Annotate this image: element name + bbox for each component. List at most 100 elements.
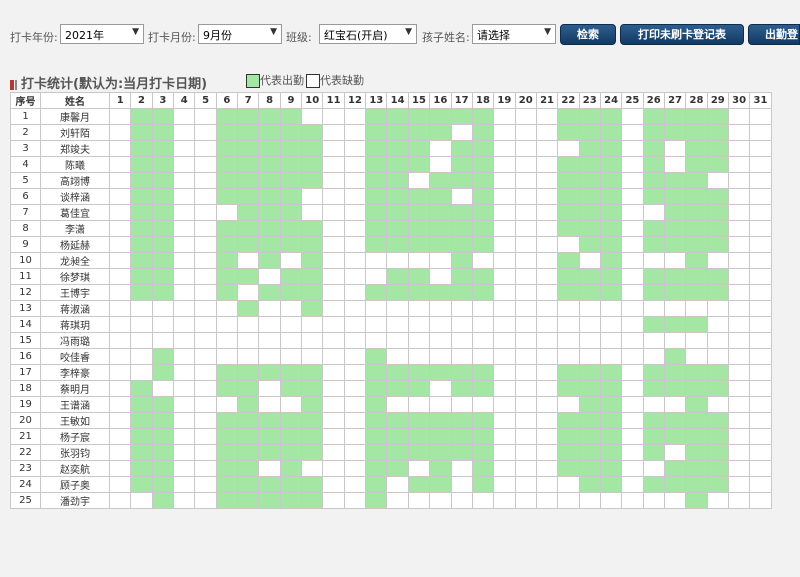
day-cell-absent <box>194 140 217 157</box>
day-cell-absent <box>173 204 196 221</box>
child-select[interactable]: 请选择 ▼ <box>472 24 556 44</box>
year-select[interactable]: 2021年 ▼ <box>60 24 144 44</box>
day-cell-absent <box>621 380 644 397</box>
day-cell-absent <box>322 108 345 125</box>
day-cell-absent <box>749 476 772 493</box>
day-cell-present <box>663 316 687 333</box>
day-cell-present <box>557 268 580 285</box>
month-value: 9月份 <box>203 29 232 42</box>
day-cell-absent <box>493 476 516 493</box>
day-cell-absent <box>322 172 345 189</box>
header-day: 14 <box>386 92 409 109</box>
attendance-button[interactable]: 出勤登 <box>748 24 800 45</box>
day-cell-present <box>642 380 665 397</box>
day-cell-absent <box>407 172 431 189</box>
day-cell-absent <box>386 396 409 413</box>
day-cell-absent <box>685 348 708 365</box>
day-cell-absent <box>642 252 665 269</box>
day-cell-absent <box>727 460 751 477</box>
row-index: 18 <box>10 380 41 397</box>
day-cell-absent <box>215 348 239 365</box>
day-cell-absent <box>642 204 665 221</box>
row-index: 8 <box>10 220 41 237</box>
day-cell-present <box>386 460 409 477</box>
day-cell-absent <box>108 380 132 397</box>
header-day: 12 <box>343 92 367 109</box>
day-cell-present <box>663 460 687 477</box>
day-cell-absent <box>642 348 665 365</box>
day-cell-absent <box>621 428 644 445</box>
print-unswiped-button[interactable]: 打印未刷卡登记表 <box>620 24 744 45</box>
day-cell-present <box>642 284 665 301</box>
day-cell-absent <box>621 476 644 493</box>
day-cell-present <box>557 412 580 429</box>
search-button[interactable]: 检索 <box>560 24 616 45</box>
day-cell-present <box>599 108 623 125</box>
day-cell-present <box>429 444 452 461</box>
day-cell-present <box>642 108 665 125</box>
day-cell-present <box>663 220 687 237</box>
day-cell-absent <box>749 156 772 173</box>
day-cell-present <box>301 156 324 173</box>
day-cell-present <box>685 220 708 237</box>
day-cell-absent <box>621 252 644 269</box>
day-cell-absent <box>514 204 537 221</box>
day-cell-absent <box>194 220 217 237</box>
day-cell-present <box>471 108 495 125</box>
day-cell-absent <box>493 252 516 269</box>
child-name: 赵奕航 <box>40 460 110 477</box>
day-cell-absent <box>535 124 559 141</box>
header-day: 29 <box>706 92 729 109</box>
day-cell-present <box>386 220 409 237</box>
child-name: 冯雨璐 <box>40 332 110 349</box>
child-label: 孩子姓名: <box>422 31 470 44</box>
day-cell-absent <box>343 236 367 253</box>
day-cell-absent <box>642 492 665 509</box>
day-cell-absent <box>343 412 367 429</box>
day-cell-present <box>365 236 388 253</box>
day-cell-absent <box>365 268 388 285</box>
day-cell-present <box>663 236 687 253</box>
day-cell-present <box>429 476 452 493</box>
day-cell-absent <box>450 124 473 141</box>
day-cell-absent <box>514 476 537 493</box>
day-cell-present <box>599 188 623 205</box>
day-cell-absent <box>343 316 367 333</box>
day-cell-present <box>215 492 239 509</box>
day-cell-absent <box>194 492 217 509</box>
day-cell-present <box>151 236 175 253</box>
day-cell-absent <box>450 492 473 509</box>
day-cell-absent <box>749 380 772 397</box>
day-cell-present <box>471 188 495 205</box>
day-cell-present <box>642 428 665 445</box>
day-cell-present <box>365 444 388 461</box>
day-cell-present <box>578 396 601 413</box>
day-cell-present <box>407 380 431 397</box>
day-cell-present <box>301 220 324 237</box>
header-day: 19 <box>493 92 516 109</box>
day-cell-present <box>237 204 260 221</box>
day-cell-present <box>471 156 495 173</box>
child-name: 李潇 <box>40 220 110 237</box>
day-cell-absent <box>493 428 516 445</box>
day-cell-absent <box>749 124 772 141</box>
day-cell-absent <box>173 124 196 141</box>
day-cell-present <box>663 476 687 493</box>
day-cell-absent <box>130 300 153 317</box>
class-select[interactable]: 红宝石(开启) ▼ <box>319 24 417 44</box>
day-cell-absent <box>407 316 431 333</box>
day-cell-present <box>450 412 473 429</box>
month-select[interactable]: 9月份 ▼ <box>198 24 282 44</box>
day-cell-absent <box>322 268 345 285</box>
day-cell-present <box>706 460 729 477</box>
day-cell-absent <box>621 140 644 157</box>
day-cell-absent <box>407 460 431 477</box>
row-index: 11 <box>10 268 41 285</box>
day-cell-absent <box>108 268 132 285</box>
table-row: 5 高翊博 <box>10 172 772 189</box>
day-cell-absent <box>727 316 751 333</box>
child-name: 王谱涵 <box>40 396 110 413</box>
header-day: 6 <box>215 92 239 109</box>
day-cell-present <box>557 252 580 269</box>
day-cell-present <box>578 188 601 205</box>
